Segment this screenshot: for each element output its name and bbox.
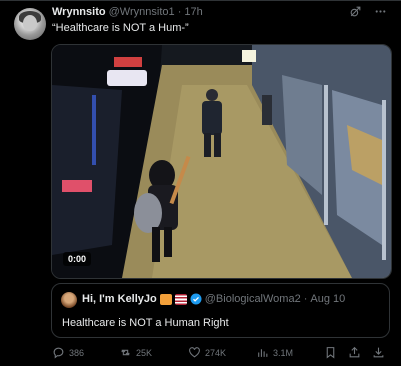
video-player[interactable]: 0:00	[51, 44, 392, 279]
reply-button[interactable]: 386	[52, 346, 84, 359]
reply-icon	[53, 347, 64, 359]
retweet-count: 25K	[136, 347, 153, 358]
author-avatar[interactable]	[14, 8, 46, 40]
author-handle[interactable]: @Wrynnsito1	[109, 6, 175, 18]
us-flag-icon	[174, 293, 187, 305]
person-emoji-icon	[159, 293, 172, 305]
author-name[interactable]: Wrynnsito	[52, 6, 106, 18]
share-icon	[349, 346, 360, 358]
bookmark-icon	[326, 347, 335, 359]
quoted-author-name[interactable]: Hi, I'm KellyJo	[82, 293, 157, 305]
views-icon	[258, 349, 268, 357]
verified-badge-icon	[190, 293, 202, 305]
views-count: 3.1M	[273, 347, 294, 358]
quoted-author-handle[interactable]: @BiologicalWoma2	[205, 293, 301, 305]
quoted-author-avatar[interactable]	[61, 292, 77, 308]
download-icon	[373, 347, 384, 358]
tweet-header: Wrynnsito @Wrynnsito1 · 17h	[52, 6, 203, 18]
tweet[interactable]: Wrynnsito @Wrynnsito1 · 17h “Healthcare …	[0, 0, 401, 366]
quoted-tweet-text: Healthcare is NOT a Human Right	[62, 317, 229, 329]
more-icon[interactable]	[374, 5, 387, 23]
separator: ·	[177, 6, 182, 18]
video-timer: 0:00	[63, 252, 92, 266]
retweet-icon	[121, 349, 130, 356]
quoted-tweet[interactable]: Hi, I'm KellyJo @BiologicalWoma2 · Aug 1…	[51, 283, 390, 338]
tweet-text: “Healthcare is NOT a Hum-”	[52, 22, 189, 34]
like-icon	[189, 347, 200, 358]
reply-count: 386	[69, 347, 85, 358]
bookmark-button[interactable]	[324, 346, 337, 359]
download-button[interactable]	[372, 346, 385, 359]
like-count: 274K	[205, 347, 227, 358]
separator: ·	[303, 293, 308, 305]
header-icons	[349, 5, 387, 23]
quoted-tweet-header: Hi, I'm KellyJo @BiologicalWoma2 · Aug 1…	[82, 293, 345, 305]
retweet-button[interactable]: 25K	[119, 346, 152, 359]
share-button[interactable]	[348, 346, 361, 359]
views-button[interactable]: 3.1M	[256, 346, 293, 359]
like-button[interactable]: 274K	[188, 346, 226, 359]
grok-icon[interactable]	[349, 5, 362, 23]
tweet-time[interactable]: 17h	[184, 6, 202, 18]
video-frame	[52, 45, 391, 278]
quoted-tweet-date[interactable]: Aug 10	[310, 293, 345, 305]
action-bar: 386 25K 274K 3.1M	[52, 346, 387, 362]
